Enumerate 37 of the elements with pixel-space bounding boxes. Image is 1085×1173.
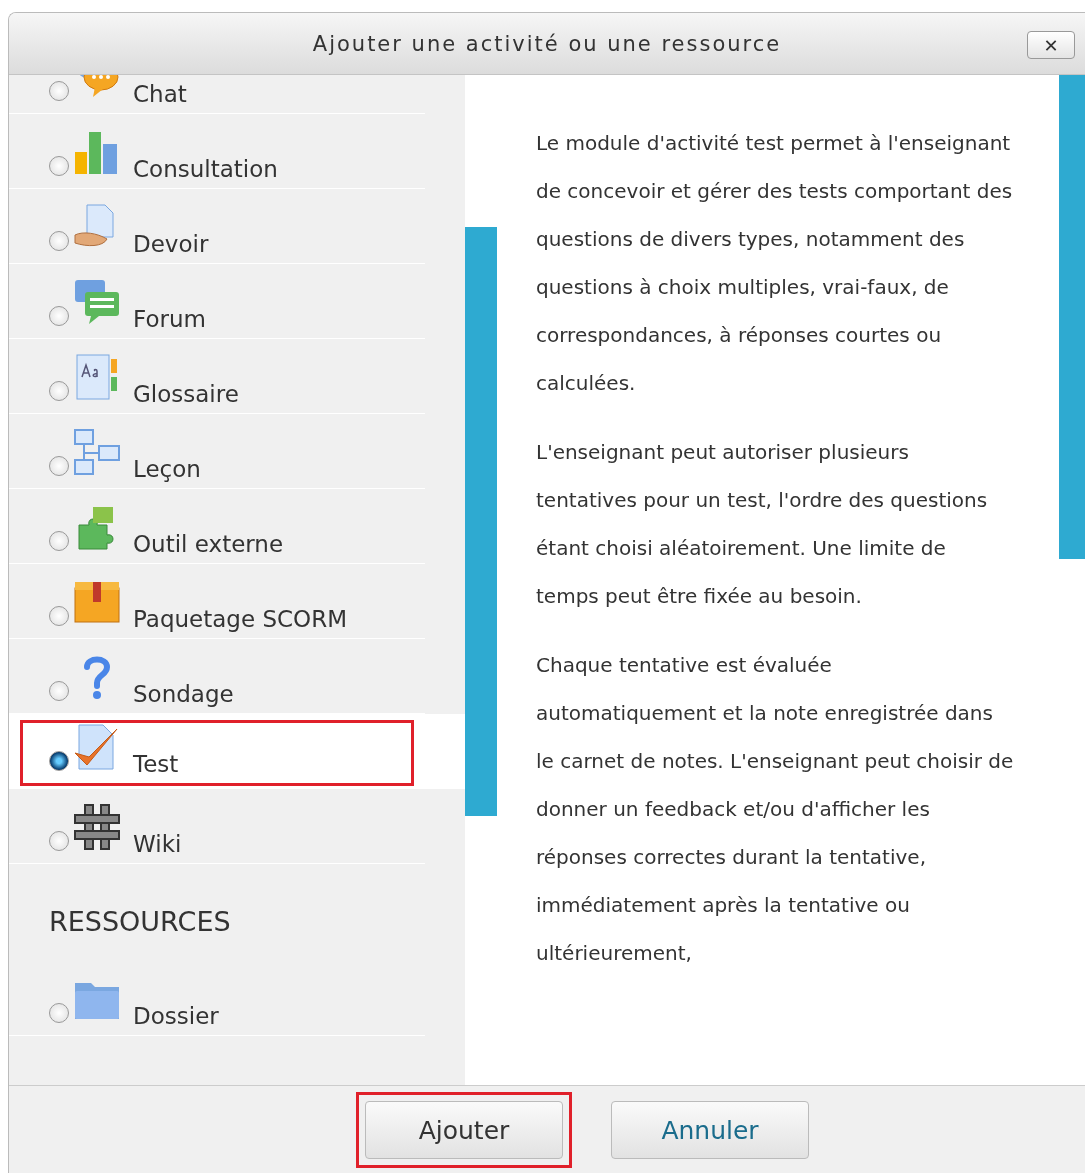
radio-button[interactable] [49, 831, 69, 851]
radio-button[interactable] [49, 381, 69, 401]
radio-button[interactable] [49, 156, 69, 176]
description-paragraph: L'enseignant peut autoriser plusieurs tentatives pour un test, l'ordre des questions étant choisi aléatoirement. Une limite de temps peut être fixée au besoin. [536, 439, 989, 610]
option-label[interactable]: Forum [133, 306, 206, 332]
dialog-button[interactable]: Annuler [611, 1101, 809, 1159]
option-label[interactable]: Consultation [133, 156, 278, 182]
description-paragraph: Le module d'activité test permet à l'enseignant de concevoir et gérer des tests comportant des questions de divers types, notamment des questions à choix multiples, vrai-faux, de correspondances, à réponses courtes ou calculées. [536, 130, 1014, 397]
option-label[interactable]: Leçon [133, 456, 201, 482]
scrollbar-thumb[interactable] [1059, 75, 1085, 559]
radio-button[interactable] [49, 231, 69, 251]
radio-button[interactable] [49, 81, 69, 101]
dialog-button[interactable]: Ajouter [365, 1101, 563, 1159]
close-button[interactable]: ✕ [1027, 31, 1075, 59]
radio-button[interactable] [49, 531, 69, 551]
option-label[interactable]: Test [133, 751, 179, 777]
option-label[interactable]: Dossier [133, 1003, 219, 1029]
option-label[interactable]: Chat [133, 81, 187, 107]
dialog-title: Ajouter une activité ou une ressource [312, 31, 782, 56]
radio-button[interactable] [49, 306, 69, 326]
option-label[interactable]: Wiki [133, 831, 182, 857]
radio-button[interactable] [49, 456, 69, 476]
option-label[interactable]: Devoir [133, 231, 209, 257]
speech-bubbles-icon [73, 278, 121, 326]
radio-button[interactable] [49, 1003, 69, 1023]
scrollbar-thumb[interactable] [465, 227, 497, 816]
flowchart-icon [73, 428, 121, 476]
option-label[interactable]: Glossaire [133, 381, 239, 407]
radio-button[interactable] [49, 606, 69, 626]
hash-frame-icon [73, 803, 121, 851]
option-label[interactable]: Paquetage SCORM [133, 606, 348, 632]
option-label[interactable]: Outil externe [133, 531, 284, 557]
section-heading: RESSOURCES [48, 905, 232, 939]
radio-button[interactable] [49, 751, 69, 771]
option-label[interactable]: Sondage [133, 681, 234, 707]
radio-button[interactable] [49, 681, 69, 701]
description-paragraph: Chaque tentative est évaluée automatiquement et la note enregistrée dans le carnet de notes. L'enseignant peut choisir de donner un feedback et/ou d'afficher les réponses correctes durant la tentative, immédiatement après la tentative ou ultérieurement, [536, 652, 1014, 967]
